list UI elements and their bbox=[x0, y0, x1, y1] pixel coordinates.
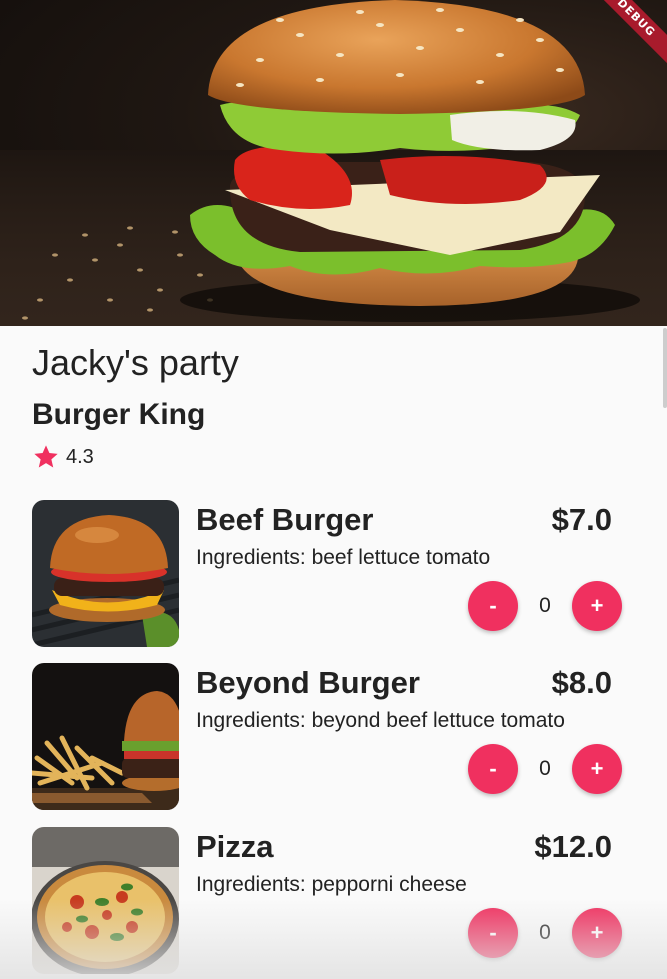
item-price: $12.0 bbox=[534, 829, 612, 864]
restaurant-name: Burger King bbox=[32, 398, 206, 431]
increase-quantity-button[interactable]: + bbox=[572, 908, 622, 958]
rating-value: 4.3 bbox=[66, 445, 94, 468]
item-name: Pizza bbox=[196, 829, 274, 864]
item-ingredients: Ingredients: beyond beef lettuce tomato bbox=[196, 709, 565, 732]
beyond-burger-image bbox=[32, 663, 179, 810]
item-ingredients: Ingredients: beef lettuce tomato bbox=[196, 546, 491, 569]
hero-burger-illustration bbox=[0, 0, 667, 326]
quantity-value: 0 bbox=[539, 921, 551, 944]
page-title: Jacky's party bbox=[32, 342, 239, 383]
decrease-quantity-button[interactable]: - bbox=[468, 581, 518, 631]
scrollbar[interactable] bbox=[663, 328, 667, 408]
hero-burger-image: DEBUG bbox=[0, 0, 667, 326]
increase-quantity-button[interactable]: + bbox=[572, 581, 622, 631]
decrease-quantity-button[interactable]: - bbox=[468, 744, 518, 794]
decrease-quantity-button[interactable]: - bbox=[468, 908, 518, 958]
item-price: $8.0 bbox=[551, 665, 612, 700]
menu-item-beyond-burger: Beyond Burger $8.0 Ingredients: beyond b… bbox=[32, 663, 632, 810]
quantity-value: 0 bbox=[539, 757, 551, 780]
menu-item-pizza: Pizza $12.0 Ingredients: pepporni cheese… bbox=[32, 827, 632, 974]
item-name: Beef Burger bbox=[196, 502, 374, 537]
beef-burger-image bbox=[32, 500, 179, 647]
menu-item-beef-burger: Beef Burger $7.0 Ingredients: beef lettu… bbox=[32, 500, 632, 647]
item-price: $7.0 bbox=[551, 502, 612, 537]
quantity-stepper: - 0 + bbox=[468, 908, 622, 958]
item-ingredients: Ingredients: pepporni cheese bbox=[196, 873, 467, 896]
increase-quantity-button[interactable]: + bbox=[572, 744, 622, 794]
quantity-stepper: - 0 + bbox=[468, 744, 622, 794]
item-name: Beyond Burger bbox=[196, 665, 420, 700]
quantity-stepper: - 0 + bbox=[468, 581, 622, 631]
restaurant-rating: 4.3 bbox=[32, 443, 94, 471]
star-icon bbox=[34, 445, 58, 468]
quantity-value: 0 bbox=[539, 594, 551, 617]
pizza-image bbox=[32, 827, 179, 974]
